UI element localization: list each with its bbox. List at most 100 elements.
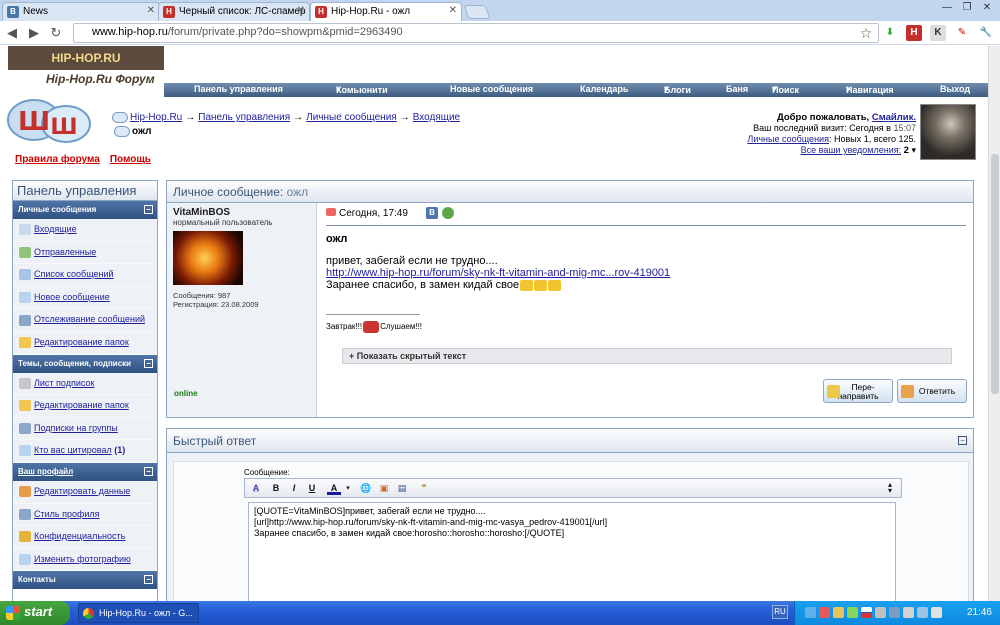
collapse-icon[interactable]: − xyxy=(144,466,153,476)
sidebar-item-privacy[interactable]: Конфиденциальность xyxy=(13,526,157,549)
tray-app-icon[interactable] xyxy=(847,607,858,618)
close-window-icon[interactable]: ✕ xyxy=(978,1,996,15)
nav-new-posts[interactable]: Новые сообщения xyxy=(450,84,533,94)
back-icon[interactable]: ◀ xyxy=(4,25,20,41)
reply-textarea[interactable]: [QUOTE=VitaMinBOS]привет, забегай если н… xyxy=(248,502,896,601)
collapse-icon[interactable]: − xyxy=(144,575,153,585)
tray-app-icon[interactable] xyxy=(931,607,942,618)
close-icon[interactable]: ✕ xyxy=(297,5,305,16)
nav-community[interactable]: Комьюнити ▾ xyxy=(336,84,388,95)
sidebar-item-new-message[interactable]: Новое сообщение xyxy=(13,286,157,310)
underline-button[interactable]: U xyxy=(305,482,319,495)
welcome-username-link[interactable]: Смайлик. xyxy=(872,112,916,123)
chevron-down-icon[interactable]: ▾ xyxy=(341,482,355,495)
sidebar-item-quoted-you[interactable]: Кто вас цитировал (1) xyxy=(13,440,157,463)
resize-icon[interactable]: ▴ ▾ xyxy=(883,481,897,495)
sidebar-item-edit-folders-2[interactable]: Редактирование папок xyxy=(13,395,157,418)
collapse-icon[interactable]: − xyxy=(958,436,967,445)
nav-logout[interactable]: Выход xyxy=(940,84,970,94)
italic-button[interactable]: I xyxy=(287,482,301,495)
author-name[interactable]: VitaMinBOS xyxy=(173,207,310,218)
sidebar-item-profile-style[interactable]: Стиль профиля xyxy=(13,503,157,527)
tab-blacklist[interactable]: H Черный список: ЛС-спамер ✕ xyxy=(158,2,310,21)
help-link[interactable]: Помощь xyxy=(110,154,151,165)
music-service-icon[interactable] xyxy=(363,321,380,333)
vertical-scrollbar[interactable] xyxy=(988,46,1000,601)
close-icon[interactable]: ✕ xyxy=(449,5,457,16)
restore-icon[interactable]: ❐ xyxy=(958,1,976,15)
sidebar-item-subscription-list[interactable]: Лист подписок xyxy=(13,372,157,396)
notifications-link[interactable]: Все ваши уведомления: xyxy=(801,145,902,155)
nav-blogs[interactable]: Блоги ▾ xyxy=(664,84,691,95)
tray-app-icon[interactable] xyxy=(833,607,844,618)
nav-navigation[interactable]: Навигация ▾ xyxy=(846,84,894,95)
k-extension-icon[interactable]: K xyxy=(930,25,946,41)
switch-mode-icon[interactable]: A̲ xyxy=(249,482,263,495)
forum-rules-link[interactable]: Правила форума xyxy=(15,154,100,165)
sidebar-item-message-tracking[interactable]: Отслеживание сообщений xyxy=(13,309,157,332)
scrollbar-thumb[interactable] xyxy=(991,154,999,394)
sidebar-section-profile[interactable]: Ваш профайл − xyxy=(13,462,157,481)
pm-link[interactable]: Личные сообщения xyxy=(747,134,829,144)
volume-icon[interactable] xyxy=(903,607,914,618)
forward-button[interactable]: Пере- направить xyxy=(823,379,893,403)
message-link[interactable]: http://www.hip-hop.ru/forum/sky-nk-ft-vi… xyxy=(326,267,670,279)
breadcrumb-home[interactable]: Hip-Hop.Ru xyxy=(130,112,182,123)
save-icon[interactable]: ▤ xyxy=(395,482,409,495)
sidebar-item-inbox[interactable]: Входящие xyxy=(13,219,157,242)
tray-app-icon[interactable] xyxy=(889,607,900,618)
sidebar-item-edit-profile[interactable]: Редактировать данные xyxy=(13,480,157,504)
forward-icon[interactable]: ▶ xyxy=(26,25,42,41)
nav-search[interactable]: Поиск ▾ xyxy=(772,84,799,95)
font-color-button[interactable]: A xyxy=(327,482,341,495)
extension-icon[interactable]: ✎ xyxy=(954,25,970,41)
sidebar-item-group-subscriptions[interactable]: Подписки на группы xyxy=(13,417,157,441)
tab-news[interactable]: В News ✕ xyxy=(2,2,160,21)
nav-control-panel[interactable]: Панель управления xyxy=(194,84,283,94)
tab-hiphop-active[interactable]: H Hip-Hop.Ru - ожл ✕ xyxy=(310,2,462,21)
tray-app-icon[interactable] xyxy=(917,607,928,618)
share-icon[interactable] xyxy=(442,207,454,219)
language-indicator[interactable]: RU xyxy=(772,605,788,619)
insert-image-icon[interactable]: ▣ xyxy=(377,482,391,495)
network-icon[interactable] xyxy=(805,607,816,618)
insert-link-icon[interactable]: 🌐 xyxy=(359,482,373,495)
tray-app-icon[interactable] xyxy=(875,607,886,618)
nav-calendar[interactable]: Календарь xyxy=(580,84,628,94)
sidebar-section-contacts[interactable]: Контакты − xyxy=(13,571,157,590)
sidebar-section-subscriptions[interactable]: Темы, сообщения, подписки − xyxy=(13,354,157,373)
address-bar[interactable]: www.hip-hop.ru/forum/private.php?do=show… xyxy=(73,23,879,43)
taskbar-window-chrome[interactable]: Hip-Hop.Ru - ожл - G... xyxy=(78,603,199,623)
breadcrumb-inbox[interactable]: Входящие xyxy=(413,112,460,123)
start-button[interactable]: start xyxy=(0,601,70,625)
sidebar-item-change-photo[interactable]: Изменить фотографию xyxy=(13,548,157,572)
antivirus-icon[interactable] xyxy=(819,607,830,618)
sidebar-section-private-messages[interactable]: Личные сообщения − xyxy=(13,201,157,219)
bold-button[interactable]: B xyxy=(269,482,283,495)
vk-share-icon[interactable]: В xyxy=(426,207,438,219)
sidebar-item-edit-folders[interactable]: Редактирование папок xyxy=(13,331,157,355)
reply-button[interactable]: Ответить xyxy=(897,379,967,403)
nav-banya[interactable]: Баня xyxy=(726,84,748,94)
hiphop-extension-icon[interactable]: H xyxy=(906,25,922,41)
breadcrumb-private-messages[interactable]: Личные сообщения xyxy=(306,112,397,123)
russian-flag-icon[interactable] xyxy=(861,607,872,618)
download-icon[interactable]: ⬇ xyxy=(882,25,898,41)
sidebar-item-message-list[interactable]: Список сообщений xyxy=(13,264,157,287)
collapse-icon[interactable]: − xyxy=(144,358,153,368)
wrench-icon[interactable]: 🔧 xyxy=(978,25,994,41)
reload-icon[interactable]: ↻ xyxy=(48,25,64,41)
minimize-icon[interactable]: — xyxy=(938,1,956,15)
sidebar-item-sent[interactable]: Отправленные xyxy=(13,241,157,265)
close-icon[interactable]: ✕ xyxy=(147,5,155,16)
chevron-down-icon[interactable]: ▾ xyxy=(911,145,916,155)
new-tab-button[interactable] xyxy=(463,5,491,19)
site-logo[interactable]: HIP-HOP.RU xyxy=(8,46,164,70)
collapse-icon[interactable]: − xyxy=(144,205,153,214)
bookmark-star-icon[interactable]: ☆ xyxy=(858,25,874,41)
breadcrumb-control-panel[interactable]: Панель управления xyxy=(198,112,290,123)
quote-icon[interactable]: ❞ xyxy=(417,482,431,495)
spoiler-toggle[interactable]: + Показать скрытый текст xyxy=(342,348,952,364)
user-avatar[interactable] xyxy=(920,104,976,160)
author-avatar[interactable] xyxy=(173,231,243,285)
